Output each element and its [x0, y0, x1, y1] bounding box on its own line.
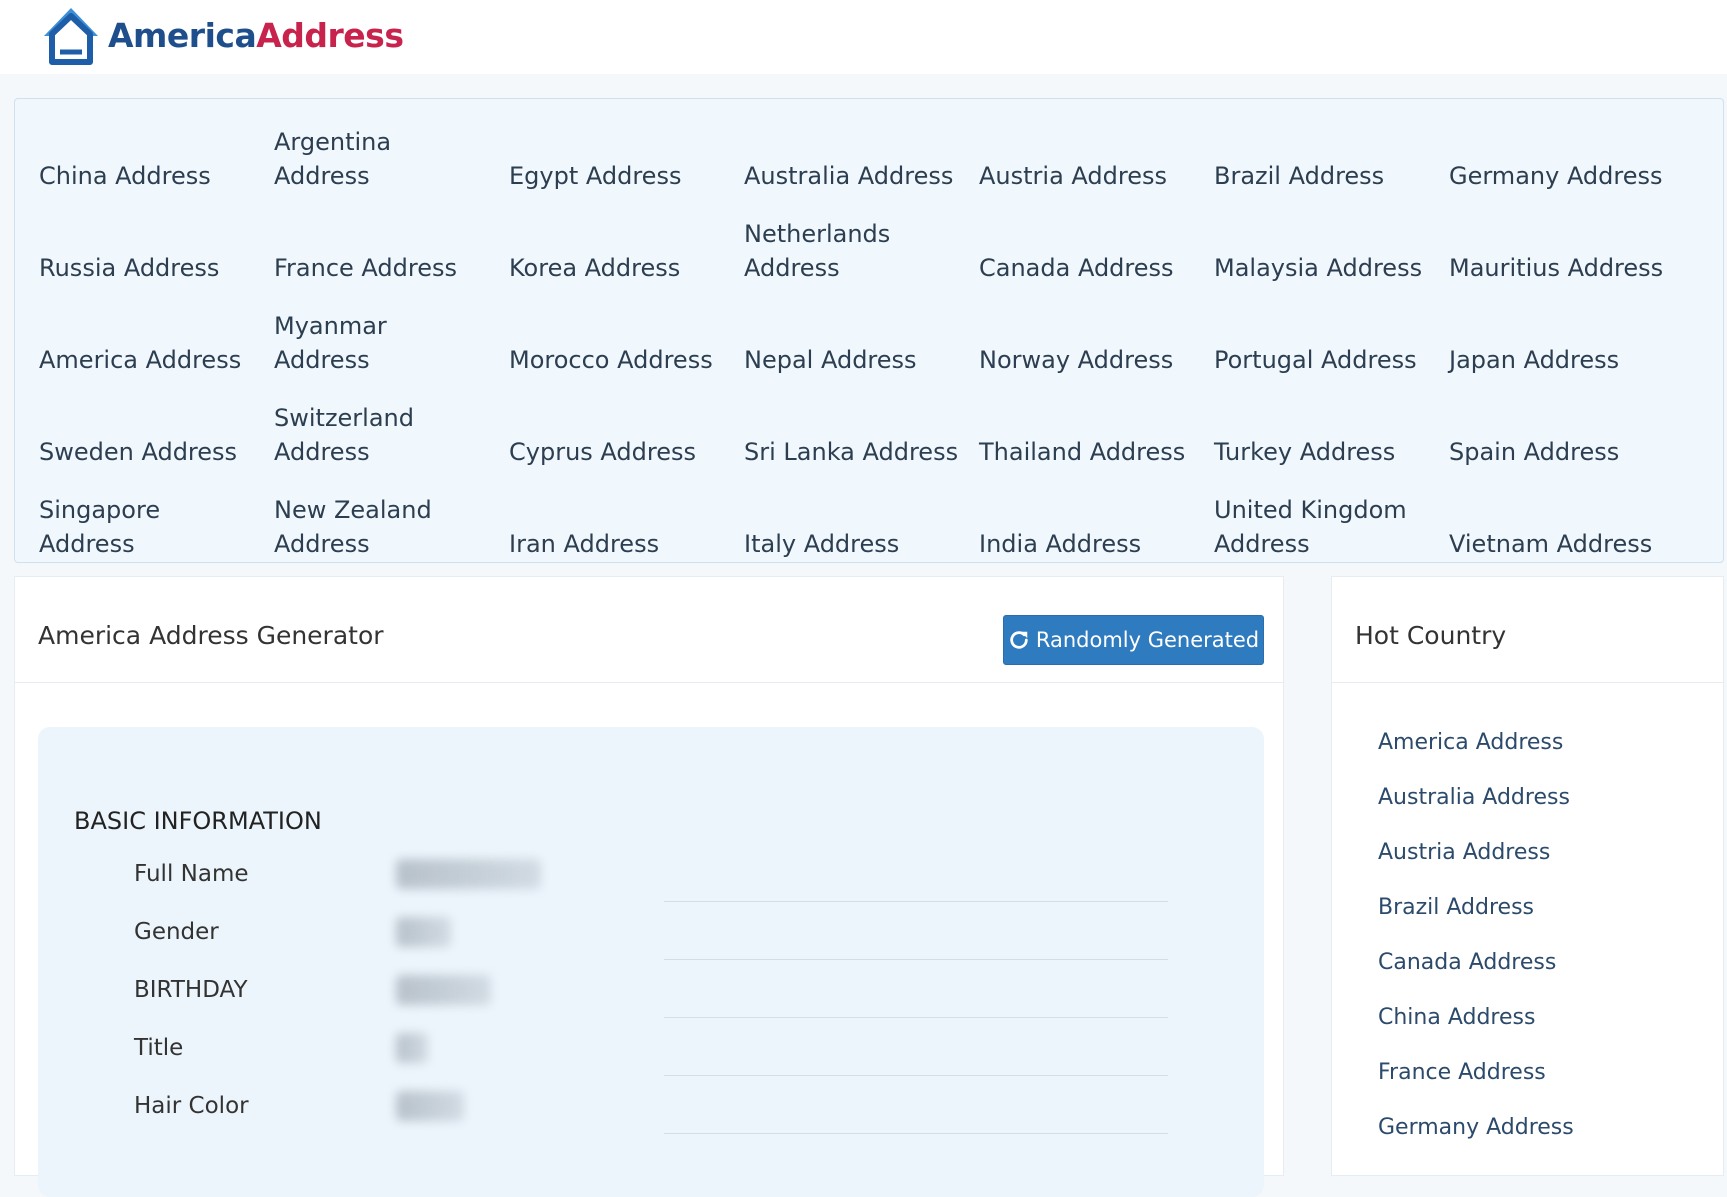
basic-info-box: BASIC INFORMATION Full Name Gender BIRTH… [38, 727, 1264, 1197]
generator-title: America Address Generator [38, 621, 384, 650]
country-link[interactable]: Norway Address [979, 293, 1214, 385]
hot-country-link[interactable]: America Address [1378, 715, 1574, 770]
country-link[interactable]: Japan Address [1449, 293, 1684, 385]
hot-country-link[interactable]: Germany Address [1378, 1100, 1574, 1155]
hot-country-header: Hot Country [1332, 577, 1723, 683]
country-link[interactable]: France Address [274, 201, 509, 293]
divider [664, 901, 1168, 902]
generator-panel: America Address Generator Randomly Gener… [14, 576, 1284, 1197]
logo-text-part2: Address [256, 15, 404, 55]
country-link[interactable]: Italy Address [744, 477, 979, 569]
divider [664, 1133, 1168, 1134]
country-link[interactable]: Cyprus Address [509, 385, 744, 477]
info-row-full-name: Full Name [134, 849, 1168, 907]
country-link[interactable]: Spain Address [1449, 385, 1684, 477]
country-link[interactable]: Argentina Address [274, 109, 509, 201]
info-row-gender: Gender [134, 907, 1168, 965]
hot-country-link[interactable]: Australia Address [1378, 770, 1574, 825]
country-link[interactable]: Russia Address [39, 201, 274, 293]
randomly-generated-label: Randomly Generated [1035, 628, 1260, 652]
hot-country-link[interactable]: Brazil Address [1378, 880, 1574, 935]
divider [664, 1075, 1168, 1076]
country-link[interactable]: Mauritius Address [1449, 201, 1684, 293]
info-value-redacted[interactable] [396, 917, 451, 947]
hot-country-link[interactable]: Austria Address [1378, 825, 1574, 880]
site-header: AmericaAddress [0, 0, 1727, 74]
info-label: BIRTHDAY [134, 977, 248, 1003]
info-row-hair-color: Hair Color [134, 1081, 1168, 1139]
info-label: Gender [134, 919, 219, 945]
country-link[interactable]: Myanmar Address [274, 293, 509, 385]
country-link[interactable]: United Kingdom Address [1214, 477, 1449, 569]
country-link[interactable]: Sri Lanka Address [744, 385, 979, 477]
country-link[interactable]: Canada Address [979, 201, 1214, 293]
divider [664, 959, 1168, 960]
basic-information-heading: BASIC INFORMATION [74, 807, 322, 835]
hot-country-title: Hot Country [1355, 621, 1507, 650]
hot-country-link[interactable]: Canada Address [1378, 935, 1574, 990]
info-label: Title [134, 1035, 184, 1061]
country-link[interactable]: Iran Address [509, 477, 744, 569]
info-value-redacted[interactable] [396, 975, 491, 1005]
info-value-redacted[interactable] [396, 859, 541, 889]
country-link[interactable]: Austria Address [979, 109, 1214, 201]
country-link[interactable]: New Zealand Address [274, 477, 509, 569]
country-link[interactable]: China Address [39, 109, 274, 201]
country-link[interactable]: Portugal Address [1214, 293, 1449, 385]
generator-header: America Address Generator Randomly Gener… [15, 577, 1283, 683]
country-link[interactable]: Egypt Address [509, 109, 744, 201]
info-row-title: Title [134, 1023, 1168, 1081]
country-link[interactable]: Vietnam Address [1449, 477, 1684, 569]
country-links-panel: China Address Argentina Address Egypt Addr… [14, 98, 1724, 563]
hot-country-link[interactable]: France Address [1378, 1045, 1574, 1100]
country-link[interactable]: Turkey Address [1214, 385, 1449, 477]
country-link[interactable]: Sweden Address [39, 385, 274, 477]
info-label: Full Name [134, 861, 249, 887]
info-row-birthday: BIRTHDAY [134, 965, 1168, 1023]
country-link[interactable]: Netherlands Address [744, 201, 979, 293]
refresh-icon [1010, 631, 1028, 649]
hot-country-panel: Hot Country America Address Australia Add… [1331, 576, 1724, 1176]
country-link[interactable]: Malaysia Address [1214, 201, 1449, 293]
country-link[interactable]: Morocco Address [509, 293, 744, 385]
country-link[interactable]: India Address [979, 477, 1214, 569]
divider [664, 1017, 1168, 1018]
site-logo[interactable]: AmericaAddress [40, 4, 404, 66]
country-link[interactable]: Thailand Address [979, 385, 1214, 477]
info-value-redacted[interactable] [396, 1091, 464, 1121]
country-link[interactable]: Australia Address [744, 109, 979, 201]
hot-country-list: America Address Australia Address Austria … [1378, 715, 1574, 1155]
country-link[interactable]: Germany Address [1449, 109, 1684, 201]
randomly-generated-button[interactable]: Randomly Generated [1003, 615, 1264, 665]
house-icon [44, 8, 98, 65]
country-link[interactable]: America Address [39, 293, 274, 385]
country-grid: China Address Argentina Address Egypt Addr… [39, 109, 1684, 569]
country-link[interactable]: Brazil Address [1214, 109, 1449, 201]
country-link[interactable]: Nepal Address [744, 293, 979, 385]
info-label: Hair Color [134, 1093, 249, 1119]
hot-country-link[interactable]: China Address [1378, 990, 1574, 1045]
logo-text-part1: America [108, 15, 257, 55]
logo-text: AmericaAddress [108, 15, 404, 55]
country-link[interactable]: Switzerland Address [274, 385, 509, 477]
country-link[interactable]: Korea Address [509, 201, 744, 293]
info-value-redacted[interactable] [396, 1033, 428, 1063]
country-link[interactable]: Singapore Address [39, 477, 274, 569]
